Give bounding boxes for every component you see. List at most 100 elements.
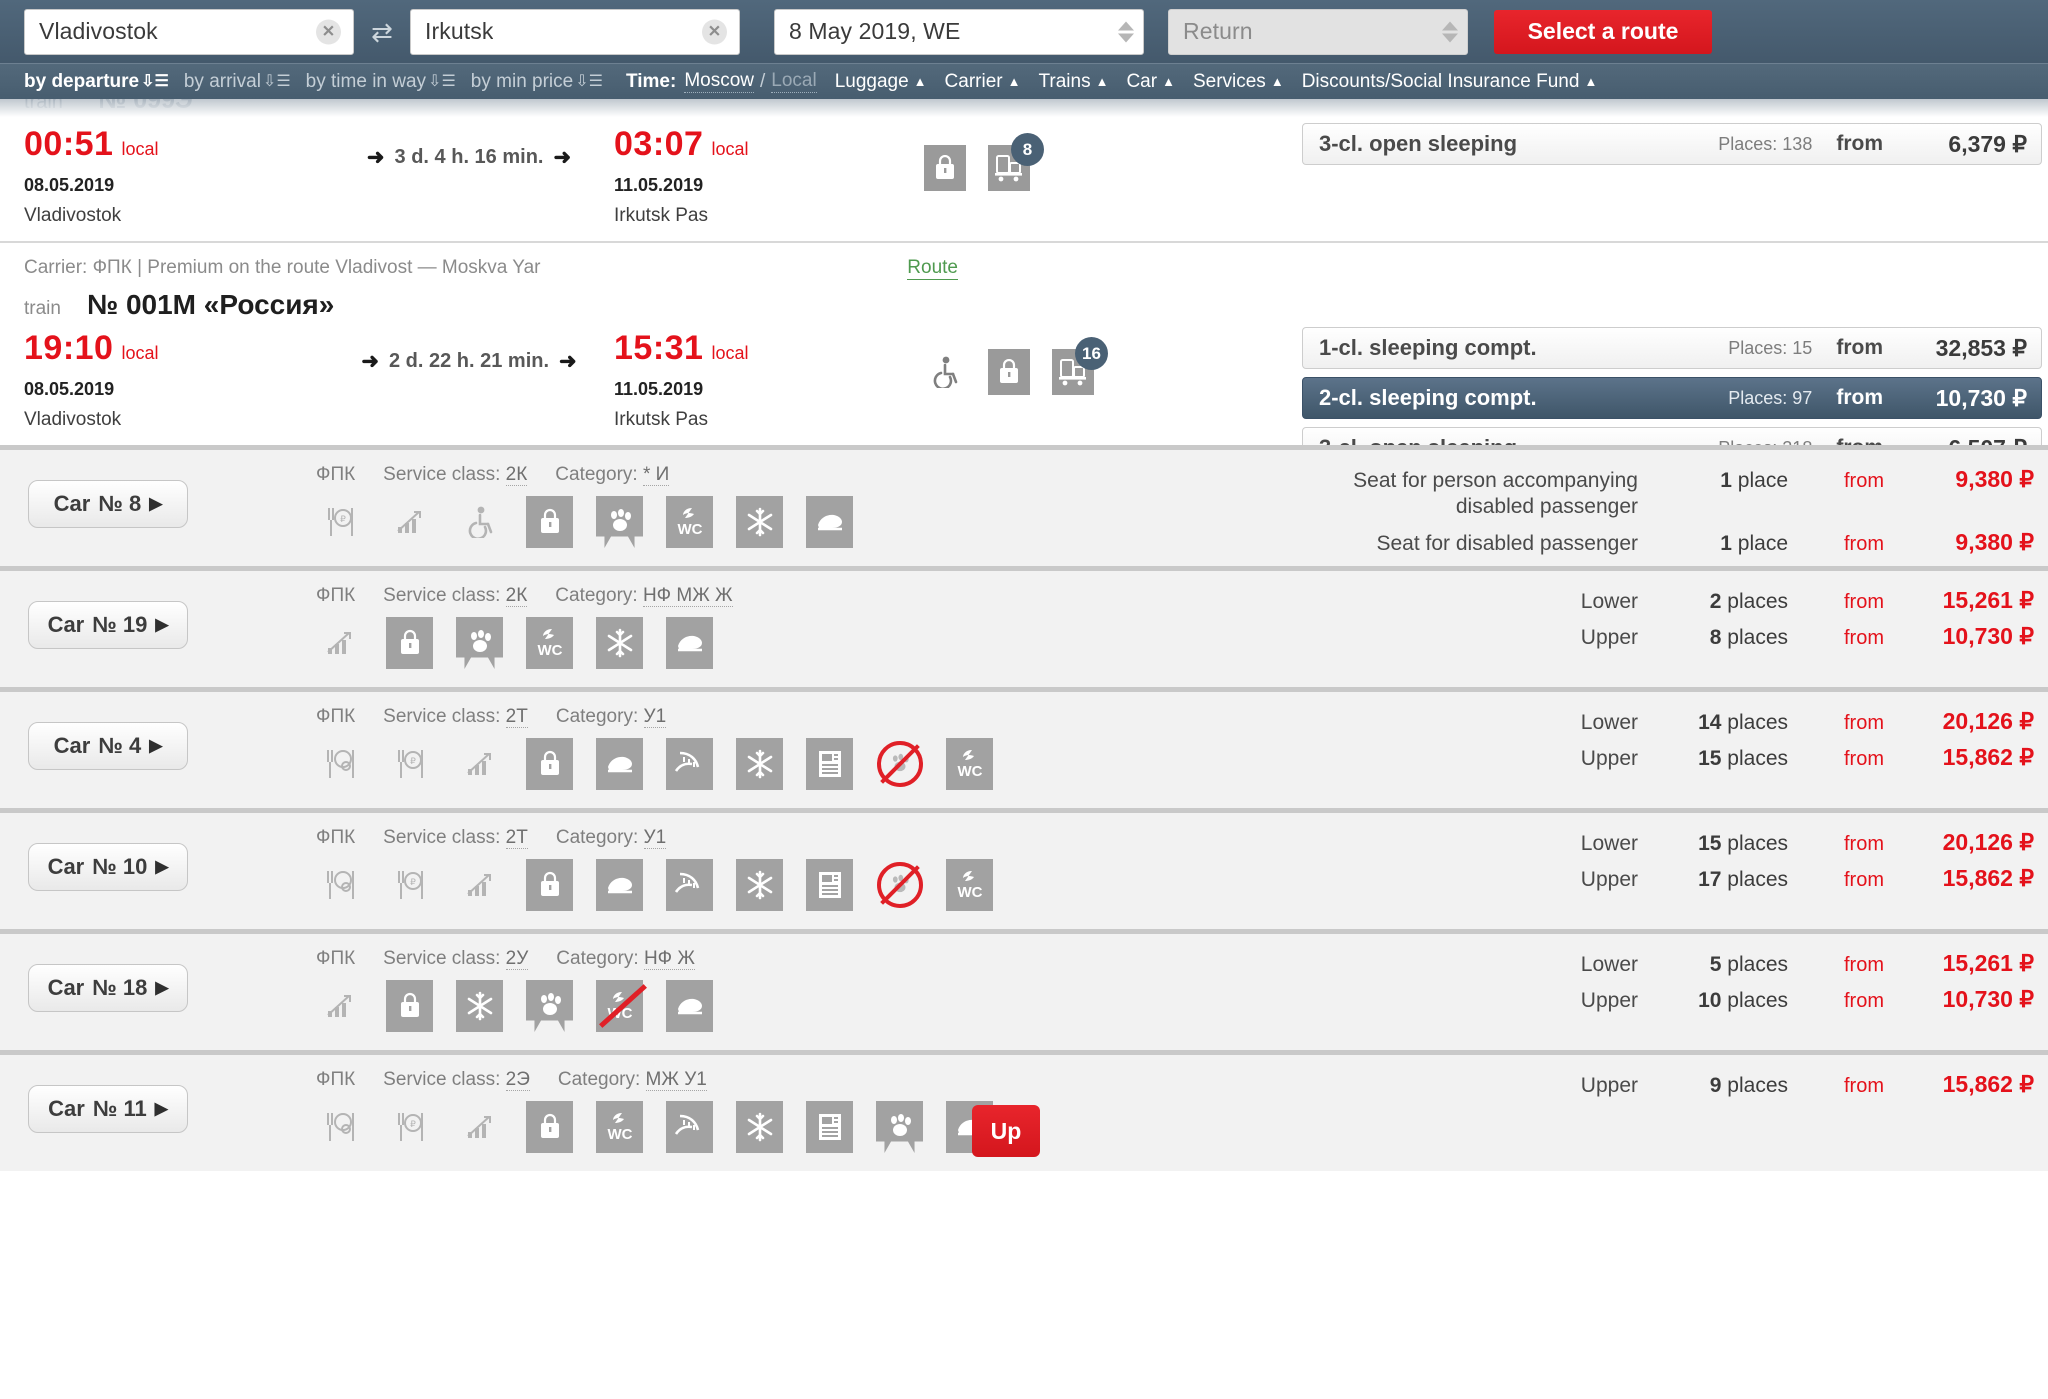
bedding-icon xyxy=(666,980,713,1032)
service-class-value[interactable]: 2Э xyxy=(505,1069,530,1091)
price-type: Upper xyxy=(1580,747,1638,771)
service-class-group: Service class: 2К xyxy=(383,464,528,486)
departure-timezone: local xyxy=(121,343,159,363)
service-class-value[interactable]: 2Т xyxy=(505,706,528,728)
filter-trains[interactable]: Trains ▲ xyxy=(1038,71,1108,93)
eco-wc-icon: WC xyxy=(526,617,573,669)
filter-luggage[interactable]: Luggage ▲ xyxy=(835,71,927,93)
wheelchair-icon xyxy=(456,496,503,548)
destination-value: Irkutsk xyxy=(425,18,494,44)
return-date-field[interactable]: Return xyxy=(1168,8,1468,55)
class-name: 2-cl. sleeping compt. xyxy=(1319,385,1537,410)
price-from-label: from xyxy=(1844,712,1884,734)
pets-allowed-icon xyxy=(526,980,573,1032)
service-class-value[interactable]: 2Т xyxy=(505,827,528,849)
sort-by-departure[interactable]: by departure ⇩☰ xyxy=(24,71,169,93)
destination-field[interactable]: Irkutsk ✕ xyxy=(410,8,740,55)
car-select-button-11[interactable]: Car № 11 ▶ xyxy=(28,1085,188,1133)
car-select-button-18[interactable]: Car № 18 ▶ xyxy=(28,964,188,1012)
sort-by-time-in-way[interactable]: by time in way ⇩☰ xyxy=(306,71,456,93)
air-conditioning-icon xyxy=(596,617,643,669)
category-value[interactable]: МЖ У1 xyxy=(645,1069,707,1091)
category-value[interactable]: У1 xyxy=(643,827,667,849)
svg-text:WC: WC xyxy=(957,763,982,780)
sort-by-arrival[interactable]: by arrival ⇩☰ xyxy=(184,71,291,93)
car-select-button-10[interactable]: Car № 10 ▶ xyxy=(28,843,188,891)
timezone-local[interactable]: Local xyxy=(771,70,817,93)
car-carrier: ФПК xyxy=(316,1069,356,1090)
price-count: 1 place xyxy=(1720,531,1788,555)
car-select-button-4[interactable]: Car № 4 ▶ xyxy=(28,722,188,770)
class-name: 3-cl. open sleeping xyxy=(1319,131,1518,156)
service-class-value[interactable]: 2К xyxy=(505,585,528,607)
sort-descending-icon: ⇩☰ xyxy=(141,72,169,90)
luggage-bag-icon xyxy=(924,145,966,191)
service-class-group: Service class: 2Т xyxy=(383,827,528,849)
chevron-right-icon: ▶ xyxy=(154,1099,168,1118)
price-type: Upper xyxy=(1580,1074,1638,1097)
class-option-1cl[interactable]: 1-cl. sleeping compt. Places: 15 from 32… xyxy=(1302,327,2042,369)
price-from-label: from xyxy=(1844,748,1884,771)
arrival-timezone: local xyxy=(711,139,749,159)
arrow-right-icon: ➜ xyxy=(559,350,577,373)
timezone-moscow[interactable]: Moscow xyxy=(684,70,754,93)
car-select-button-8[interactable]: Car № 8 ▶ xyxy=(28,480,188,528)
service-class-value[interactable]: 2К xyxy=(505,464,528,486)
category-group: Category: У1 xyxy=(555,706,667,728)
sort-filter-bar: by departure ⇩☰ by arrival ⇩☰ by time in… xyxy=(0,63,2048,99)
date-stepper[interactable] xyxy=(1118,21,1134,42)
eco-wc-icon: WC xyxy=(946,859,993,911)
meal-paid-icon: ₽ xyxy=(386,1101,433,1153)
chevron-up-icon: ▲ xyxy=(1162,74,1175,89)
wheelchair-icon xyxy=(924,349,966,395)
car-select-button-19[interactable]: Car № 19 ▶ xyxy=(28,601,188,649)
wifi-signal-icon xyxy=(456,738,503,790)
filter-car[interactable]: Car ▲ xyxy=(1126,71,1175,93)
price-value: 15,261 ₽ xyxy=(1942,587,2034,613)
scroll-to-top-button[interactable]: Up xyxy=(972,1105,1040,1157)
category-value[interactable]: НФ МЖ Ж xyxy=(642,585,733,607)
departure-date-field[interactable]: 8 May 2019, WE xyxy=(774,8,1144,55)
class-option-2cl-selected[interactable]: 2-cl. sleeping compt. Places: 97 from 10… xyxy=(1302,377,2042,419)
price-type: Lower xyxy=(1580,590,1638,613)
car-row: Car № 19 ▶ ФПК Service class: 2К Categor… xyxy=(0,566,2048,687)
class-option[interactable]: 3-cl. open sleeping Places: 138 from 6,3… xyxy=(1302,123,2042,165)
car-row: Car № 11 ▶ ФПК Service class: 2Э Categor… xyxy=(0,1050,2048,1171)
departure-station: Vladivostok xyxy=(24,409,122,430)
bedding-icon xyxy=(596,859,643,911)
price-value: 15,862 ₽ xyxy=(1942,865,2034,892)
filter-discounts[interactable]: Discounts/Social Insurance Fund ▲ xyxy=(1302,71,1598,93)
filter-carrier[interactable]: Carrier ▲ xyxy=(945,71,1021,93)
eco-wc-icon: WC xyxy=(946,738,993,790)
price-value: 20,126 ₽ xyxy=(1942,829,2034,855)
route-link[interactable]: Route xyxy=(907,257,958,280)
swap-arrows-icon[interactable]: ⇄ xyxy=(354,19,410,45)
pets-allowed-icon xyxy=(876,1101,923,1153)
sort-by-min-price[interactable]: by min price ⇩☰ xyxy=(471,71,603,93)
price-value: 20,126 ₽ xyxy=(1942,708,2034,734)
filter-services[interactable]: Services ▲ xyxy=(1193,71,1284,93)
air-conditioning-icon xyxy=(736,738,783,790)
origin-field[interactable]: Vladivostok ✕ xyxy=(24,8,354,55)
category-value[interactable]: У1 xyxy=(643,706,667,728)
arrival-time: 15:31 xyxy=(614,329,704,367)
luggage-bag-icon xyxy=(526,496,573,548)
select-route-button[interactable]: Select a route xyxy=(1494,9,1712,54)
category-value[interactable]: НФ Ж xyxy=(643,948,695,970)
bedding-icon xyxy=(666,617,713,669)
car-amenity-icons: WC xyxy=(316,617,1076,669)
price-line: Upper 9 places from 15,862 ₽ xyxy=(1338,1071,2034,1099)
clear-origin-icon[interactable]: ✕ xyxy=(316,19,341,44)
category-group: Category: НФ МЖ Ж xyxy=(555,585,733,607)
clear-destination-icon[interactable]: ✕ xyxy=(702,19,727,44)
car-row: Car № 4 ▶ ФПК Service class: 2Т Category… xyxy=(0,687,2048,808)
price-line: Lower 14 places from 20,126 ₽ xyxy=(1338,708,2034,736)
return-date-stepper[interactable] xyxy=(1442,21,1458,42)
class-name: 1-cl. sleeping compt. xyxy=(1319,335,1537,360)
departure-timezone: local xyxy=(121,139,159,159)
price-line: Lower 2 places from 15,261 ₽ xyxy=(1338,587,2034,615)
service-class-value[interactable]: 2У xyxy=(505,948,529,970)
class-from-label: from xyxy=(1836,336,1883,359)
departure-time: 19:10 xyxy=(24,329,114,367)
category-value[interactable]: * И xyxy=(642,464,670,486)
